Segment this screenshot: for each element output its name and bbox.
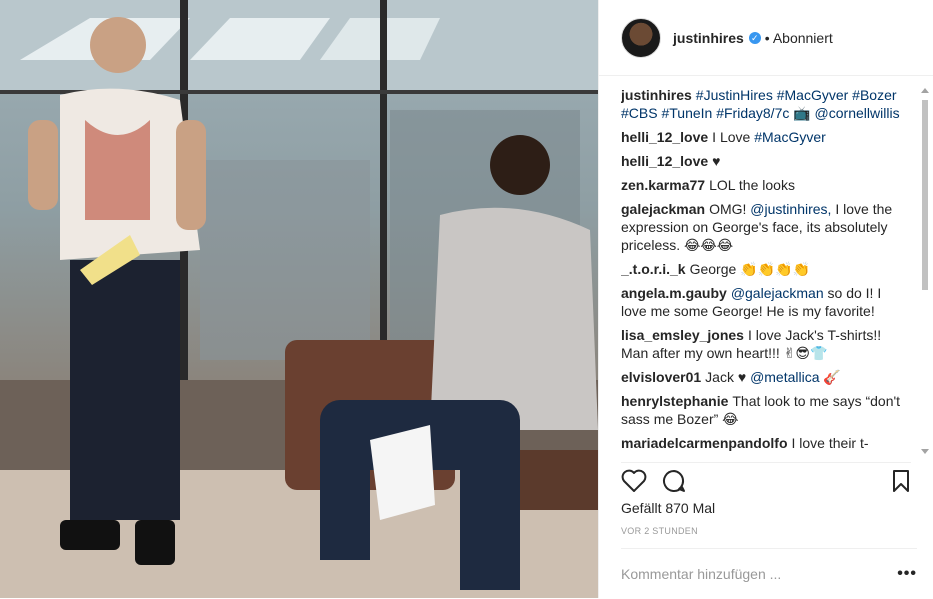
comment-username[interactable]: helli_12_love bbox=[621, 129, 708, 145]
heart-icon[interactable] bbox=[621, 469, 647, 493]
post-timestamp: VOR 2 STUNDEN bbox=[621, 526, 698, 536]
header-username[interactable]: justinhires bbox=[673, 30, 744, 46]
follow-state-button[interactable]: • Abonniert bbox=[765, 30, 833, 46]
comment-username[interactable]: elvislover01 bbox=[621, 369, 701, 385]
comment-username[interactable]: galejackman bbox=[621, 201, 705, 217]
comment-item: _.t.o.r.i._k George 👏👏👏👏 bbox=[621, 260, 917, 278]
comment-item: helli_12_love ♥ bbox=[621, 152, 917, 170]
instagram-post: justinhires ✓ • Abonniert justinhires #Ju… bbox=[0, 0, 933, 598]
post-header: justinhires ✓ • Abonniert bbox=[599, 0, 933, 76]
comment-text: George 👏👏👏👏 bbox=[689, 261, 810, 277]
more-options-button[interactable]: ••• bbox=[897, 565, 917, 583]
comment-text: I love their t- bbox=[791, 435, 869, 451]
scroll-down-arrow-icon[interactable] bbox=[921, 449, 929, 454]
comment-item: helli_12_love I Love #MacGyver bbox=[621, 128, 917, 146]
comment-username[interactable]: helli_12_love bbox=[621, 153, 708, 169]
mention-link[interactable]: @galejackman bbox=[731, 285, 824, 301]
mention-link[interactable]: @justinhires, bbox=[750, 201, 831, 217]
comment-item: henrylstephanie That look to me says “don… bbox=[621, 392, 917, 428]
post-photo[interactable] bbox=[0, 0, 598, 598]
comment-text: Jack ♥ @metallica 🎸 bbox=[705, 369, 841, 385]
scroll-thumb[interactable] bbox=[922, 100, 928, 290]
comment-username[interactable]: lisa_emsley_jones bbox=[621, 327, 744, 343]
scroll-up-arrow-icon[interactable] bbox=[921, 88, 929, 93]
comment-input[interactable] bbox=[621, 566, 898, 582]
comment-username[interactable]: mariadelcarmenpandolfo bbox=[621, 435, 788, 451]
mention-link[interactable]: #MacGyver bbox=[754, 129, 826, 145]
like-count[interactable]: Gefällt 870 Mal bbox=[621, 500, 715, 516]
mention-link[interactable]: @metallica bbox=[750, 369, 819, 385]
caption-username[interactable]: justinhires bbox=[621, 87, 692, 103]
photo-illustration bbox=[0, 0, 598, 598]
comment-scrollbar[interactable] bbox=[919, 86, 931, 456]
comment-item: zen.karma77 LOL the looks bbox=[621, 176, 917, 194]
comment-username[interactable]: zen.karma77 bbox=[621, 177, 705, 193]
verified-badge-icon: ✓ bbox=[748, 31, 761, 44]
avatar[interactable] bbox=[621, 17, 661, 58]
comment-list: justinhires #JustinHires #MacGyver #Bozer… bbox=[621, 86, 917, 456]
action-bar bbox=[621, 462, 911, 501]
comment-username[interactable]: _.t.o.r.i._k bbox=[621, 261, 686, 277]
caption: justinhires #JustinHires #MacGyver #Bozer… bbox=[621, 86, 917, 122]
comment-username[interactable]: henrylstephanie bbox=[621, 393, 728, 409]
comment-item: angela.m.gauby @galejackman so do I! I lo… bbox=[621, 284, 917, 320]
comment-item: lisa_emsley_jones I love Jack's T-shirts!… bbox=[621, 326, 917, 362]
post-side-panel: justinhires ✓ • Abonniert justinhires #Ju… bbox=[598, 0, 933, 598]
comment-bubble-icon[interactable] bbox=[661, 469, 687, 493]
follow-state-label: Abonniert bbox=[772, 29, 833, 46]
comment-text: ♥ bbox=[712, 153, 721, 169]
comment-username[interactable]: angela.m.gauby bbox=[621, 285, 727, 301]
comment-item: elvislover01 Jack ♥ @metallica 🎸 bbox=[621, 368, 917, 386]
comment-text: I Love #MacGyver bbox=[712, 129, 826, 145]
comment-text: LOL the looks bbox=[709, 177, 795, 193]
comment-item: galejackman OMG! @justinhires, I love the… bbox=[621, 200, 917, 254]
add-comment-section: ••• bbox=[621, 548, 917, 599]
bookmark-icon[interactable] bbox=[891, 469, 911, 493]
comment-item: mariadelcarmenpandolfo I love their t- bbox=[621, 434, 917, 452]
